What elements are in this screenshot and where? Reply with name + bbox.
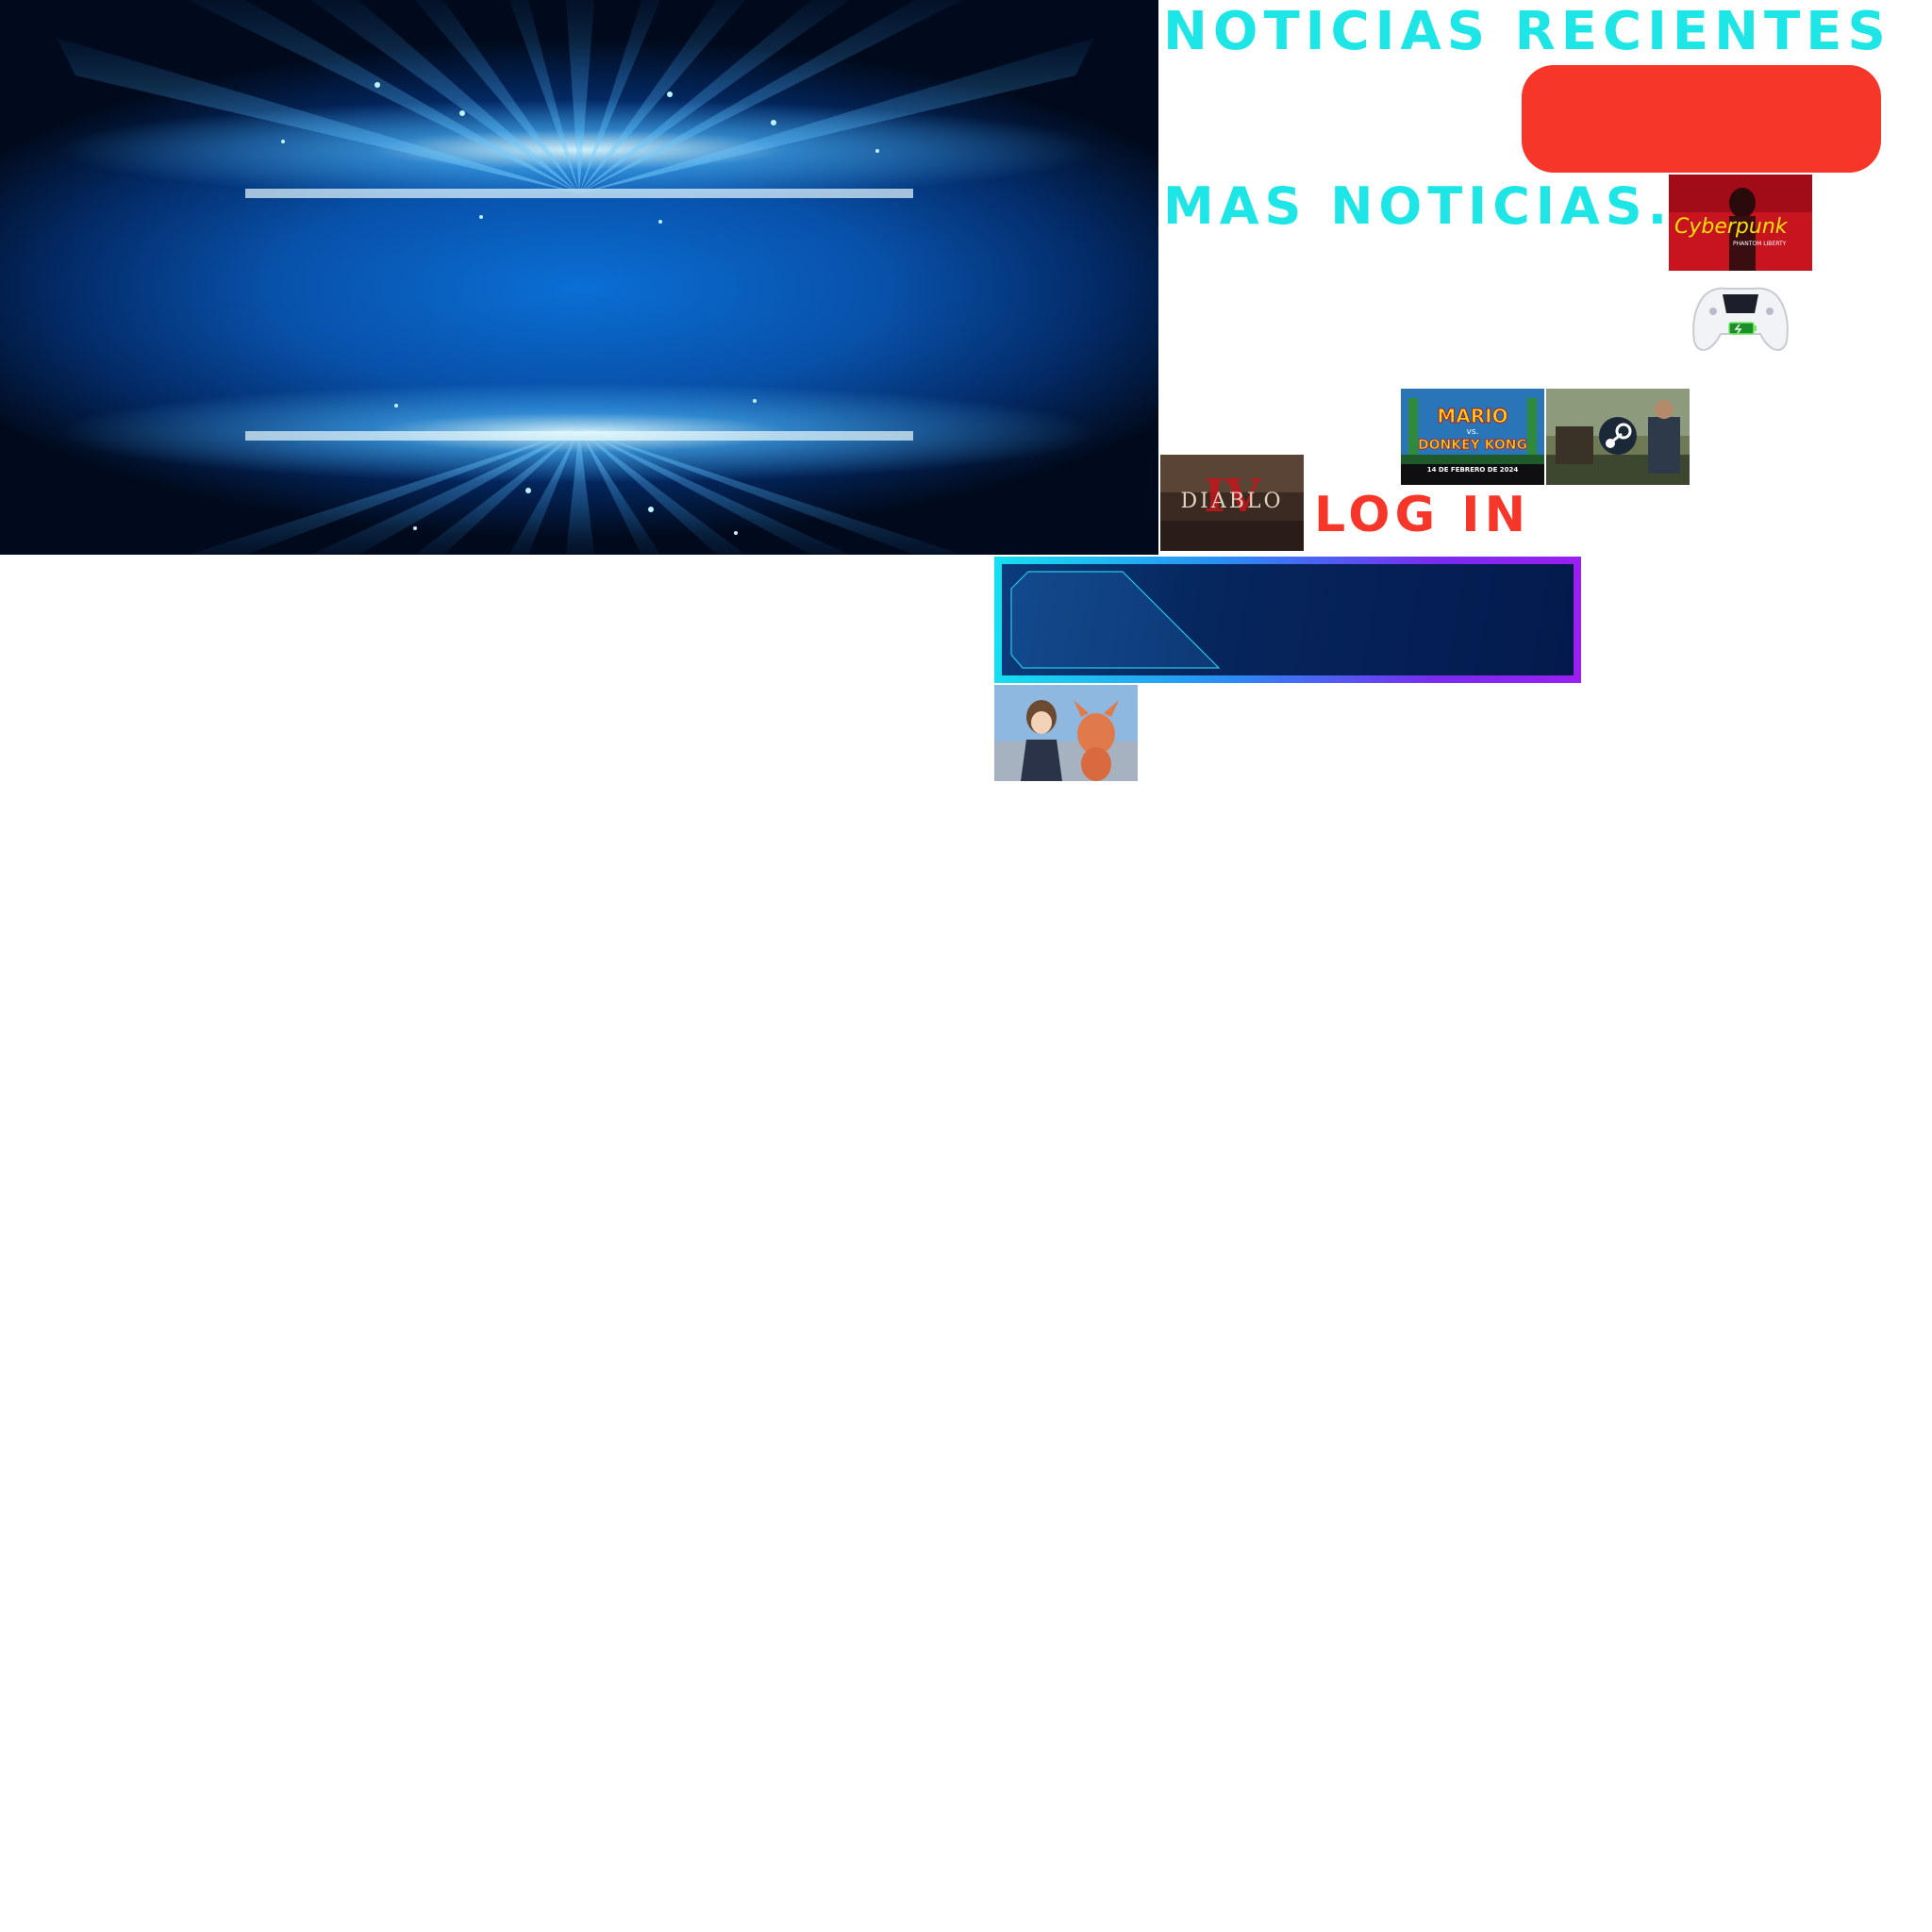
featured-news-button[interactable] <box>1522 65 1881 173</box>
login-panel-inner <box>1002 564 1574 675</box>
donkey-kong-logo-text: DONKEY KONG <box>1418 438 1527 453</box>
hero-light-rays <box>57 0 1094 555</box>
diablo-logo-text: DIABLO <box>1180 490 1283 513</box>
gamepad-icon <box>1692 287 1789 351</box>
cyberpunk-logo-text: Cyberpunk <box>1674 215 1789 239</box>
news-thumbnail-mario-vs-donkey-kong[interactable]: MARIO vs. DONKEY KONG 14 DE FEBRERO DE 2… <box>1401 389 1544 485</box>
hero-banner <box>0 0 1158 555</box>
release-date-text: 14 DE FEBRERO DE 2024 <box>1427 466 1519 474</box>
battery-icon <box>1728 322 1755 335</box>
login-panel-decoration <box>1010 571 1221 669</box>
news-thumbnail-cyberpunk[interactable]: Cyberpunk PHANTOM LIBERTY <box>1669 175 1812 271</box>
cyberpunk-subtitle-text: PHANTOM LIBERTY <box>1733 241 1787 247</box>
section-title-recent-news: NOTICIAS RECIENTES <box>1163 1 1891 62</box>
login-panel <box>994 557 1581 683</box>
news-thumbnail-steam[interactable] <box>1546 389 1690 485</box>
svg-text:vs.: vs. <box>1467 427 1479 437</box>
mario-logo-text: MARIO <box>1437 405 1507 427</box>
news-thumbnail-diablo-iv[interactable]: IV DIABLO <box>1160 455 1304 551</box>
news-thumbnail-granblue[interactable] <box>994 685 1138 781</box>
section-title-more-news: MAS NOTICIAS... <box>1163 176 1724 236</box>
steam-icon <box>1599 417 1637 455</box>
login-link[interactable]: LOG IN <box>1314 491 1530 540</box>
news-thumbnail-controller[interactable] <box>1685 275 1796 360</box>
